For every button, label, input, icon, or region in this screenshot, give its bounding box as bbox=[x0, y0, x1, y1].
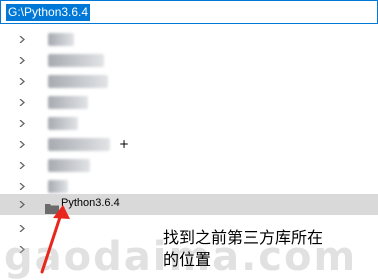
blurred-folder-name bbox=[48, 75, 108, 88]
cursor-crosshair-icon: + bbox=[119, 137, 130, 151]
blurred-folder-name bbox=[48, 138, 110, 151]
tree-row[interactable] bbox=[0, 71, 378, 92]
chevron-right-icon[interactable] bbox=[19, 141, 26, 148]
annotation-line-1: 找到之前第三方库所在 bbox=[163, 228, 324, 247]
chevron-right-icon[interactable] bbox=[19, 78, 26, 85]
blurred-folder-name bbox=[48, 96, 88, 109]
address-bar[interactable]: G:\Python3.6.4 bbox=[0, 0, 378, 24]
blurred-folder-name bbox=[48, 117, 78, 130]
chevron-right-icon[interactable] bbox=[19, 120, 26, 127]
blurred-folder-name bbox=[48, 159, 90, 172]
chevron-right-icon[interactable] bbox=[19, 183, 26, 190]
tree-row[interactable] bbox=[0, 113, 378, 134]
chevron-right-icon[interactable] bbox=[19, 99, 26, 106]
tree-row-selected[interactable]: Python3.6.4 bbox=[0, 194, 378, 215]
folder-icon bbox=[45, 199, 59, 214]
annotation-text: 找到之前第三方库所在 的位置 bbox=[163, 227, 375, 271]
annotation-line-2: 的位置 bbox=[163, 250, 212, 269]
tree-row[interactable] bbox=[0, 29, 378, 50]
tree-row[interactable] bbox=[0, 50, 378, 71]
tree-row[interactable] bbox=[0, 92, 378, 113]
blurred-folder-name bbox=[48, 33, 74, 46]
address-path[interactable]: G:\Python3.6.4 bbox=[6, 4, 91, 21]
folder-label: Python3.6.4 bbox=[61, 197, 120, 209]
tree-row[interactable] bbox=[0, 134, 378, 155]
blurred-folder-name bbox=[48, 180, 68, 193]
blurred-folder-name bbox=[48, 54, 104, 67]
chevron-right-icon[interactable] bbox=[19, 201, 26, 208]
tree-row[interactable] bbox=[0, 155, 378, 176]
chevron-right-icon[interactable] bbox=[19, 36, 26, 43]
chevron-right-icon[interactable] bbox=[19, 57, 26, 64]
chevron-right-icon[interactable] bbox=[19, 225, 26, 232]
chevron-right-icon[interactable] bbox=[19, 162, 26, 169]
